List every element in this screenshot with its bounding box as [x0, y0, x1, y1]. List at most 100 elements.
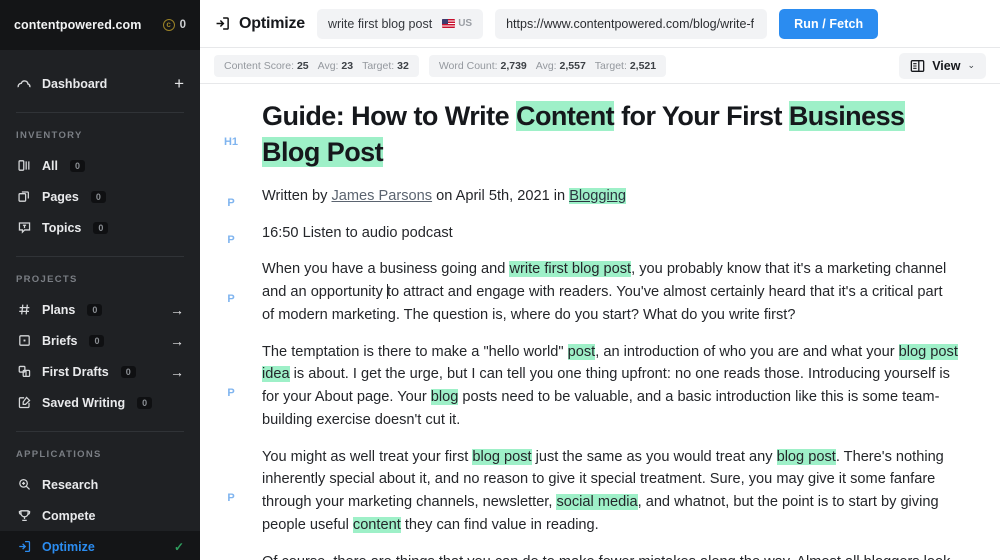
block-body[interactable]: The temptation is there to make a "hello…	[262, 341, 1000, 446]
article-text: 16:50 Listen to audio podcast	[262, 224, 453, 241]
sidebar-item-compete[interactable]: Compete	[0, 500, 200, 531]
article-text: for Your First	[614, 101, 789, 131]
document-editor[interactable]: H1 Guide: How to Write Content for Your F…	[200, 85, 1000, 560]
sidebar-item-label: Pages	[42, 189, 79, 204]
article-text: just the same as you would treat any	[531, 448, 777, 465]
sidebar-item-label: Research	[42, 477, 99, 492]
sidebar-item-optimize[interactable]: Optimize ✓	[0, 531, 200, 560]
document-block: POf course, there are things that you ca…	[200, 551, 1000, 560]
keyword-highlight: blog	[430, 389, 459, 406]
add-site-button[interactable]: +	[174, 75, 184, 92]
sidebar-item-briefs[interactable]: Briefs 0 →	[0, 325, 200, 356]
sidebar-item-go-arrow[interactable]: →	[170, 334, 184, 348]
block-body[interactable]: You might as well treat your first blog …	[262, 446, 1000, 551]
article-link[interactable]: Blogging	[569, 187, 626, 204]
keyword-highlight: social media	[556, 494, 638, 511]
word-count-target: Target: 2,521	[594, 59, 657, 72]
sidebar-item-count: 0	[137, 396, 153, 409]
sidebar-item-label: All	[42, 158, 58, 173]
article-paragraph: When you have a business going and write…	[262, 258, 958, 326]
block-body[interactable]: Of course, there are things that you can…	[262, 551, 1000, 560]
layout-columns-icon	[16, 158, 32, 174]
arrow-right-icon: →	[170, 363, 184, 380]
word-count-value: Word Count: 2,739	[438, 59, 527, 72]
square-dot-icon	[16, 333, 32, 349]
article-paragraph: Written by James Parsons on April 5th, 2…	[262, 185, 958, 208]
sidebar-section-applications-title: APPLICATIONS	[16, 449, 102, 460]
sidebar-item-research[interactable]: Research	[0, 469, 200, 500]
article-text: The temptation is there to make a "hello…	[262, 343, 568, 360]
check-icon: ✓	[173, 539, 184, 554]
main-panel: Optimize write first blog post US https:…	[200, 0, 1000, 560]
block-body[interactable]: 16:50 Listen to audio podcast	[262, 222, 1000, 259]
keyword-highlight: post	[567, 343, 596, 360]
run-fetch-button[interactable]: Run / Fetch	[779, 8, 879, 39]
sidebar-item-label: Optimize	[42, 539, 95, 554]
copy-pages-icon	[16, 189, 32, 205]
page-title: Optimize	[239, 14, 305, 32]
sidebar-item-label: First Drafts	[42, 364, 109, 379]
content-score-value: Content Score: 25	[224, 59, 309, 72]
sidebar-item-count: 0	[120, 365, 136, 378]
sidebar-item-go-arrow[interactable]: →	[170, 303, 184, 317]
article-text: When you have a business going and	[262, 261, 510, 278]
article-heading: Guide: How to Write Content for Your Fir…	[262, 99, 958, 171]
sidebar-section-projects-title: PROJECTS	[16, 274, 78, 285]
sidebar-item-first-drafts[interactable]: First Drafts 0 →	[0, 356, 200, 387]
content-score-pill: Content Score: 25 Avg: 23 Target: 32	[214, 54, 419, 77]
chevron-down-icon: ⌄	[967, 60, 975, 70]
article-paragraph: Of course, there are things that you can…	[262, 551, 958, 560]
word-count-pill: Word Count: 2,739 Avg: 2,557 Target: 2,5…	[428, 54, 667, 77]
hash-icon	[16, 302, 32, 318]
sidebar-item-go-arrow[interactable]: →	[170, 365, 184, 379]
cloud-icon	[16, 76, 32, 92]
sidebar-divider-3	[16, 431, 184, 432]
active-check: ✓	[174, 540, 184, 554]
word-count-avg: Avg: 2,557	[535, 59, 586, 72]
plus-icon: +	[174, 74, 184, 93]
sidebar-item-pages[interactable]: Pages 0	[0, 181, 200, 212]
sidebar-item-plans[interactable]: Plans 0 →	[0, 294, 200, 325]
content-score-target: Target: 32	[362, 59, 409, 72]
sidebar-item-label: Topics	[42, 220, 82, 235]
sidebar-item-topics[interactable]: Topics 0	[0, 212, 200, 243]
article-link[interactable]: James Parsons	[331, 188, 432, 204]
article-text: they can find value in reading.	[400, 517, 599, 533]
stats-bar: Content Score: 25 Avg: 23 Target: 32 Wor…	[200, 48, 1000, 84]
document-block: H1 Guide: How to Write Content for Your F…	[200, 99, 1000, 185]
toolbar: Optimize write first blog post US https:…	[200, 0, 1000, 48]
block-tag-label: P	[227, 387, 235, 400]
sidebar-item-dashboard[interactable]: Dashboard +	[0, 68, 200, 99]
sidebar-item-all[interactable]: All 0	[0, 150, 200, 181]
sidebar-item-label: Dashboard	[42, 76, 108, 91]
article-paragraph: You might as well treat your first blog …	[262, 446, 958, 537]
trophy-icon	[16, 508, 32, 524]
document-block: P You might as well treat your first blog…	[200, 446, 1000, 551]
document-block: P Written by James Parsons on April 5th, …	[200, 185, 1000, 222]
block-tag-label: P	[227, 492, 235, 505]
url-input[interactable]: https://www.contentpowered.com/blog/writ…	[495, 8, 768, 39]
view-button[interactable]: View ⌄	[899, 52, 986, 79]
document-block: P 16:50 Listen to audio podcast	[200, 222, 1000, 259]
document-block: P When you have a business going and writ…	[200, 258, 1000, 340]
search-zoom-icon	[16, 477, 32, 493]
block-body[interactable]: Guide: How to Write Content for Your Fir…	[262, 99, 1000, 185]
block-tag-label: P	[227, 197, 235, 210]
block-body[interactable]: Written by James Parsons on April 5th, 2…	[262, 185, 1000, 222]
locale-selector[interactable]: US	[442, 18, 472, 29]
keyword-highlight: write first blog post	[509, 261, 632, 278]
sidebar-item-label: Plans	[42, 302, 76, 317]
sidebar-header: contentpowered.com c 0	[0, 0, 200, 50]
document-block: P The temptation is there to make a "hell…	[200, 341, 1000, 446]
block-body[interactable]: When you have a business going and write…	[262, 258, 1000, 340]
sidebar-item-label: Saved Writing	[42, 395, 126, 410]
credits-badge[interactable]: c 0	[162, 19, 186, 31]
sidebar-section-inventory-title: INVENTORY	[16, 130, 83, 141]
url-value: https://www.contentpowered.com/blog/writ…	[506, 16, 755, 31]
keyword-highlight: Content	[516, 101, 615, 131]
keyword-highlight: blog post	[776, 448, 836, 465]
block-tag-label: P	[200, 551, 262, 560]
keyword-input[interactable]: write first blog post US	[316, 8, 484, 39]
stacked-squares-icon	[16, 364, 32, 380]
sidebar-item-saved-writing[interactable]: Saved Writing 0	[0, 387, 200, 418]
